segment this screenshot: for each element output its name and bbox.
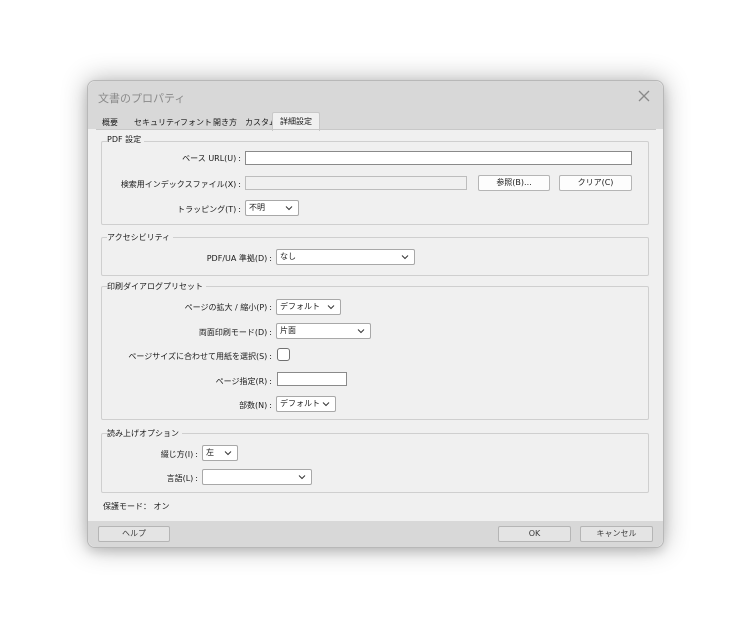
accessibility-label: アクセシビリティ <box>107 232 174 243</box>
chevron-down-icon <box>285 206 293 211</box>
chevron-down-icon <box>298 475 306 480</box>
browse-button[interactable]: 参照(B)... <box>478 175 550 191</box>
copies-select[interactable]: デフォルト <box>276 396 336 412</box>
binding-label: 綴じ方(I): <box>160 450 198 459</box>
tab-description[interactable]: 概要 <box>102 117 118 128</box>
chevron-down-icon <box>322 402 330 407</box>
copies-value: デフォルト <box>280 399 320 408</box>
print-preset-label: 印刷ダイアログプリセット <box>107 281 206 292</box>
pdfua-value: なし <box>280 252 296 261</box>
search-index-input[interactable] <box>245 176 467 190</box>
trapping-label: トラッピング(T): <box>177 205 241 214</box>
binding-value: 左 <box>206 448 214 457</box>
scaling-label: ページの拡大 / 縮小(P): <box>184 303 272 312</box>
page-range-input[interactable] <box>277 372 347 386</box>
tab-initial-view[interactable]: 開き方 <box>213 117 237 128</box>
base-url-label: ベース URL(U): <box>182 154 241 163</box>
help-button[interactable]: ヘルプ <box>98 526 170 542</box>
footer-bar: ヘルプ OK キャンセル <box>88 521 663 547</box>
pdf-settings-label: PDF 設定 <box>107 134 145 145</box>
clear-button[interactable]: クリア(C) <box>559 175 632 191</box>
chevron-down-icon <box>401 255 409 260</box>
binding-select[interactable]: 左 <box>202 445 238 461</box>
close-icon[interactable] <box>636 88 652 104</box>
paper-source-checkbox[interactable] <box>277 348 290 361</box>
read-options-label: 読み上げオプション <box>107 428 182 439</box>
language-select[interactable] <box>202 469 312 485</box>
search-index-label: 検索用インデックスファイル(X): <box>120 180 241 189</box>
scaling-select[interactable]: デフォルト <box>276 299 341 315</box>
tab-divider <box>96 129 656 130</box>
duplex-select[interactable]: 片面 <box>276 323 371 339</box>
chevron-down-icon <box>357 329 365 334</box>
tab-fonts[interactable]: フォント <box>180 117 212 128</box>
read-options-group <box>101 433 649 493</box>
base-url-input[interactable] <box>245 151 632 165</box>
trapping-select[interactable]: 不明 <box>245 200 299 216</box>
trapping-value: 不明 <box>249 203 265 212</box>
title-bar: 文書のプロパティ <box>88 81 663 111</box>
tab-security[interactable]: セキュリティ <box>134 117 182 128</box>
language-label: 言語(L): <box>166 474 198 483</box>
chevron-down-icon <box>224 451 232 456</box>
cancel-button[interactable]: キャンセル <box>580 526 653 542</box>
protected-mode-status: 保護モード： オン <box>103 502 170 511</box>
scaling-value: デフォルト <box>280 302 320 311</box>
duplex-label: 両面印刷モード(D): <box>198 328 272 337</box>
page-range-label: ページ指定(R): <box>215 377 272 386</box>
document-properties-dialog: 文書のプロパティ 概要 セキュリティ フォント 開き方 カスタム 詳細設定 PD… <box>87 80 664 548</box>
dialog-title: 文書のプロパティ <box>98 92 186 105</box>
copies-label: 部数(N): <box>239 401 272 410</box>
paper-source-label: ページサイズに合わせて用紙を選択(S): <box>128 352 272 361</box>
ok-button[interactable]: OK <box>498 526 571 542</box>
pdfua-select[interactable]: なし <box>276 249 415 265</box>
chevron-down-icon <box>327 305 335 310</box>
duplex-value: 片面 <box>280 326 296 335</box>
pdfua-label: PDF/UA 準拠(D): <box>206 254 272 263</box>
